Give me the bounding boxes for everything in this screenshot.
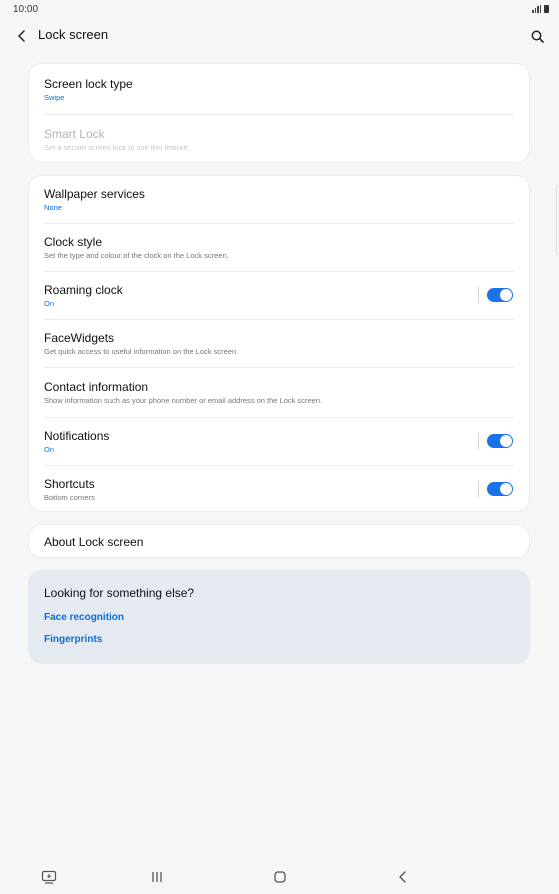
divider xyxy=(44,319,514,320)
status-bar: 10:00 xyxy=(0,0,559,18)
row-subtitle: Bottom corners xyxy=(44,493,95,502)
row-screen-lock-type[interactable]: Screen lock type Swipe xyxy=(44,77,514,103)
search-button[interactable] xyxy=(527,26,547,46)
row-subtitle: Show information such as your phone numb… xyxy=(44,396,323,405)
battery-icon xyxy=(544,5,549,13)
notifications-toggle[interactable] xyxy=(487,434,513,448)
roaming-clock-toggle[interactable] xyxy=(487,288,513,302)
suggestions-title: Looking for something else? xyxy=(44,586,195,600)
divider xyxy=(44,417,514,418)
row-title: Roaming clock xyxy=(44,283,123,297)
recent-apps-icon xyxy=(152,872,162,882)
roaming-clock-toggle-wrap xyxy=(478,287,513,303)
toggle-separator xyxy=(478,481,479,497)
home-icon xyxy=(274,871,286,883)
row-subtitle: On xyxy=(44,445,55,454)
row-contact-information[interactable]: Contact information Show information suc… xyxy=(44,380,514,406)
row-subtitle: Swipe xyxy=(44,93,65,102)
nav-back-button[interactable] xyxy=(394,868,412,886)
divider xyxy=(44,271,514,272)
link-fingerprints[interactable]: Fingerprints xyxy=(44,634,102,645)
row-title: Smart Lock xyxy=(44,127,105,141)
toggle-separator xyxy=(478,287,479,303)
home-button[interactable] xyxy=(271,868,289,886)
row-title: Notifications xyxy=(44,429,110,443)
status-icons xyxy=(532,5,549,13)
row-subtitle: None xyxy=(44,203,62,212)
toggle-separator xyxy=(478,433,479,449)
row-title: Shortcuts xyxy=(44,477,95,491)
row-subtitle: Set a secure screen lock to use this fea… xyxy=(44,143,190,152)
row-title: Screen lock type xyxy=(44,77,133,91)
back-button[interactable] xyxy=(12,26,32,46)
row-title: Contact information xyxy=(44,380,149,394)
about-card[interactable]: About Lock screen xyxy=(28,524,530,558)
chevron-left-icon xyxy=(18,30,25,42)
recent-apps-button[interactable] xyxy=(148,868,166,886)
row-clock-style[interactable]: Clock style Set the type and colour of t… xyxy=(44,235,514,261)
row-shortcuts[interactable]: Shortcuts Bottom corners xyxy=(44,477,514,503)
shortcuts-toggle-wrap xyxy=(478,481,513,497)
keyboard-switch-icon xyxy=(41,870,57,884)
search-icon xyxy=(531,30,544,43)
row-smart-lock: Smart Lock Set a secure screen lock to u… xyxy=(44,127,514,153)
row-notifications[interactable]: Notifications On xyxy=(44,429,514,455)
row-wallpaper-services[interactable]: Wallpaper services None xyxy=(44,187,514,213)
row-title: FaceWidgets xyxy=(44,331,115,345)
back-icon xyxy=(399,871,406,883)
divider xyxy=(44,367,514,368)
status-time: 10:00 xyxy=(13,3,39,15)
shortcuts-toggle[interactable] xyxy=(487,482,513,496)
row-about-lock-screen[interactable]: About Lock screen xyxy=(44,535,514,549)
link-face-recognition[interactable]: Face recognition xyxy=(44,612,124,623)
toggle-knob xyxy=(500,483,512,495)
divider xyxy=(44,465,514,466)
keyboard-switch-button[interactable] xyxy=(40,868,58,886)
row-facewidgets[interactable]: FaceWidgets Get quick access to useful i… xyxy=(44,331,514,357)
row-subtitle: Get quick access to useful information o… xyxy=(44,347,239,356)
row-roaming-clock[interactable]: Roaming clock On xyxy=(44,283,514,309)
toggle-knob xyxy=(500,435,512,447)
row-subtitle: Set the type and colour of the clock on … xyxy=(44,251,229,260)
page-title: Lock screen xyxy=(38,27,109,42)
signal-icon xyxy=(532,5,541,13)
notifications-toggle-wrap xyxy=(478,433,513,449)
suggestions-card: Looking for something else? Face recogni… xyxy=(28,570,530,664)
toggle-knob xyxy=(500,289,512,301)
security-card: Screen lock type Swipe Smart Lock Set a … xyxy=(28,63,530,163)
settings-card: Wallpaper services None Clock style Set … xyxy=(28,175,530,512)
app-bar: Lock screen xyxy=(0,22,559,50)
row-title: Wallpaper services xyxy=(44,187,145,201)
row-subtitle: On xyxy=(44,299,55,308)
row-title: About Lock screen xyxy=(44,535,144,549)
navigation-bar xyxy=(0,860,559,894)
divider xyxy=(44,114,514,115)
row-title: Clock style xyxy=(44,235,103,249)
divider xyxy=(44,223,514,224)
